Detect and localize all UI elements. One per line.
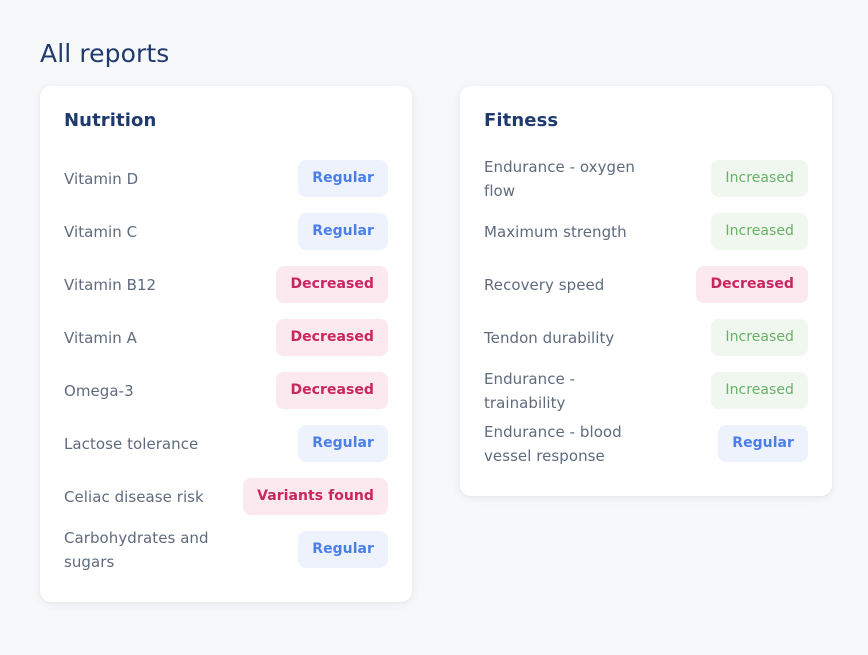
status-badge: Increased bbox=[711, 213, 808, 250]
report-label: Lactose tolerance bbox=[64, 434, 199, 453]
report-row[interactable]: Tendon durability Increased bbox=[484, 311, 808, 364]
page-title: All reports bbox=[40, 38, 170, 68]
status-badge: Decreased bbox=[696, 266, 808, 303]
report-row[interactable]: Endurance - blood vessel response Regula… bbox=[484, 417, 808, 470]
report-label: Omega-3 bbox=[64, 381, 134, 400]
report-label: Carbohydrates and sugars bbox=[64, 528, 209, 571]
report-row[interactable]: Vitamin C Regular bbox=[64, 205, 388, 258]
report-label: Vitamin A bbox=[64, 328, 137, 347]
card-title-nutrition: Nutrition bbox=[64, 110, 157, 131]
report-card-fitness: Fitness Endurance - oxygen flow Increase… bbox=[460, 86, 832, 496]
status-badge: Regular bbox=[298, 160, 388, 197]
all-reports-page: All reports Nutrition Vitamin D Regular … bbox=[0, 0, 868, 655]
report-label: Vitamin D bbox=[64, 169, 139, 188]
report-label: Endurance - oxygen flow bbox=[484, 157, 635, 200]
report-row[interactable]: Endurance - oxygen flow Increased bbox=[484, 152, 808, 205]
status-badge: Variants found bbox=[243, 478, 388, 515]
report-row[interactable]: Lactose tolerance Regular bbox=[64, 417, 388, 470]
report-row[interactable]: Recovery speed Decreased bbox=[484, 258, 808, 311]
status-badge: Regular bbox=[718, 425, 808, 462]
report-row[interactable]: Maximum strength Increased bbox=[484, 205, 808, 258]
reports-card-grid: Nutrition Vitamin D Regular Vitamin C Re… bbox=[40, 86, 832, 602]
status-badge: Increased bbox=[711, 160, 808, 197]
report-row[interactable]: Omega-3 Decreased bbox=[64, 364, 388, 417]
report-card-nutrition: Nutrition Vitamin D Regular Vitamin C Re… bbox=[40, 86, 412, 602]
report-row[interactable]: Vitamin B12 Decreased bbox=[64, 258, 388, 311]
status-badge: Regular bbox=[298, 213, 388, 250]
report-row[interactable]: Celiac disease risk Variants found bbox=[64, 470, 388, 523]
status-badge: Regular bbox=[298, 531, 388, 568]
report-label: Recovery speed bbox=[484, 275, 605, 294]
report-list-fitness: Endurance - oxygen flow Increased Maximu… bbox=[484, 152, 808, 470]
status-badge: Decreased bbox=[276, 266, 388, 303]
status-badge: Increased bbox=[711, 372, 808, 409]
report-label: Endurance - trainability bbox=[484, 369, 576, 412]
status-badge: Decreased bbox=[276, 319, 388, 356]
status-badge: Decreased bbox=[276, 372, 388, 409]
status-badge: Regular bbox=[298, 425, 388, 462]
report-label: Tendon durability bbox=[484, 328, 615, 347]
report-row[interactable]: Vitamin D Regular bbox=[64, 152, 388, 205]
report-row[interactable]: Endurance - trainability Increased bbox=[484, 364, 808, 417]
report-list-nutrition: Vitamin D Regular Vitamin C Regular Vita… bbox=[64, 152, 388, 576]
report-label: Maximum strength bbox=[484, 222, 627, 241]
report-label: Celiac disease risk bbox=[64, 487, 204, 506]
report-row[interactable]: Vitamin A Decreased bbox=[64, 311, 388, 364]
report-row[interactable]: Carbohydrates and sugars Regular bbox=[64, 523, 388, 576]
report-label: Vitamin B12 bbox=[64, 275, 157, 294]
report-label: Vitamin C bbox=[64, 222, 138, 241]
report-label: Endurance - blood vessel response bbox=[484, 422, 622, 465]
status-badge: Increased bbox=[711, 319, 808, 356]
card-title-fitness: Fitness bbox=[484, 110, 559, 131]
